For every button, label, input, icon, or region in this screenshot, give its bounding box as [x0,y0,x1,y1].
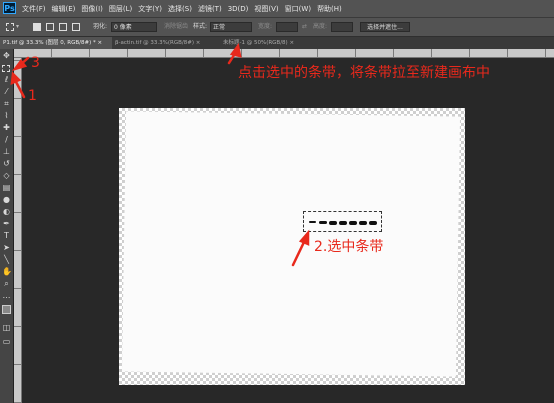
swap-icon[interactable]: ⇄ [302,22,307,32]
feather-label: 羽化: [93,23,108,30]
menu-filter[interactable]: 滤镜(T) [198,4,222,14]
move-tool-icon[interactable]: ✥ [2,51,11,60]
type-tool-icon[interactable]: T [2,231,11,240]
instruction-text: 点击选中的条带，将条带拉至新建画布中 [238,65,490,81]
brush-tool-icon[interactable]: / [2,135,11,144]
menu-file[interactable]: 文件(F) [22,4,46,14]
close-icon[interactable]: × [98,40,103,46]
menu-layer[interactable]: 图层(L) [109,4,132,14]
main-menu: 文件(F) 编辑(E) 图像(I) 图层(L) 文字(Y) 选择(S) 滤镜(T… [22,0,342,17]
width-input[interactable] [276,22,298,32]
step1-number: 1 [28,88,37,104]
menu-image[interactable]: 图像(I) [81,4,103,14]
tab-p1[interactable]: P1.tif @ 33.3% (图层 0, RGB/8#) * × [0,37,112,49]
gradient-tool-icon[interactable]: ▤ [2,183,11,192]
close-icon[interactable]: × [196,40,201,46]
new-selection-icon[interactable] [33,23,41,31]
blot-band [309,221,316,223]
feather-input[interactable]: 0 像素 [111,22,157,32]
blur-tool-icon[interactable]: ● [2,195,11,204]
tab-label: β-actin.tif @ 33.3%(RGB/8#) [115,40,195,46]
step3-number: 3 [31,55,40,71]
menu-3d[interactable]: 3D(D) [228,5,249,13]
pen-tool-icon[interactable]: ✒ [2,219,11,228]
tab-beta-actin[interactable]: β-actin.tif @ 33.3%(RGB/8#) × [112,37,212,49]
history-brush-tool-icon[interactable]: ↺ [2,159,11,168]
menu-bar: Ps 文件(F) 编辑(E) 图像(I) 图层(L) 文字(Y) 选择(S) 滤… [0,0,554,18]
menu-view[interactable]: 视图(V) [254,4,278,14]
tab-untitled[interactable]: 未标题-1 @ 50%(RGB/8) × [220,37,300,49]
more-tools-icon[interactable]: … [2,291,11,300]
band-selection-marquee[interactable] [303,211,382,232]
quick-mask-icon[interactable]: ◫ [2,323,11,332]
stamp-tool-icon[interactable]: ⊥ [2,147,11,156]
width-label: 宽度: [258,23,273,30]
foreground-color-swatch[interactable] [2,305,11,314]
blot-band [369,221,377,225]
intersect-selection-icon[interactable] [72,23,80,31]
blot-band [339,221,347,225]
subtract-selection-icon[interactable] [59,23,67,31]
menu-help[interactable]: 帮助(H) [317,4,342,14]
vertical-ruler[interactable] [13,58,22,403]
document-tabs: P1.tif @ 33.3% (图层 0, RGB/8#) * × β-acti… [0,37,554,49]
height-label: 高度: [313,23,328,30]
select-and-mask-button[interactable]: 选择并遮住... [360,22,410,32]
blot-image-layer[interactable] [121,111,461,377]
tab-label: P1.tif @ 33.3% (图层 0, RGB/8#) * [3,40,96,46]
crop-tool-icon[interactable]: ⌗ [2,99,11,108]
blot-band [359,221,367,225]
height-input[interactable] [331,22,353,32]
eraser-tool-icon[interactable]: ◇ [2,171,11,180]
close-icon[interactable]: × [289,40,294,46]
line-tool-icon[interactable]: ╲ [2,255,11,264]
menu-type[interactable]: 文字(Y) [138,4,162,14]
menu-select[interactable]: 选择(S) [168,4,192,14]
marquee-preset-icon[interactable] [6,23,14,31]
screen-mode-icon[interactable]: ▭ [2,337,11,346]
eyedropper-tool-icon[interactable]: ⌇ [2,111,11,120]
healing-tool-icon[interactable]: ✚ [2,123,11,132]
step2-text: 2.选中条带 [314,239,384,255]
options-bar: ▾ 羽化: 0 像素 消除锯齿 样式: 正常 宽度: ⇄ 高度: 选择并遮住..… [0,18,554,37]
style-label: 样式: [193,23,208,30]
menu-edit[interactable]: 编辑(E) [52,4,76,14]
lasso-tool-icon[interactable]: ℓ [2,75,11,84]
antialias-label: 消除锯齿 [164,23,189,30]
blot-band [349,221,357,225]
rect-marquee-tool-icon[interactable] [2,65,10,72]
chevron-down-icon[interactable]: ▾ [16,22,19,32]
magic-wand-tool-icon[interactable]: ⁄ [2,87,11,96]
blot-band [319,221,327,224]
blot-band [329,221,337,225]
horizontal-ruler[interactable] [13,49,554,58]
zoom-tool-icon[interactable]: ⌕ [2,279,11,288]
dodge-tool-icon[interactable]: ◐ [2,207,11,216]
tab-label: 未标题-1 @ 50%(RGB/8) [223,40,288,46]
toolbox: ✥ ℓ ⁄ ⌗ ⌇ ✚ / ⊥ ↺ ◇ ▤ ● ◐ ✒ T ➤ ╲ ✋ ⌕ … … [0,49,14,403]
hand-tool-icon[interactable]: ✋ [2,267,12,276]
add-selection-icon[interactable] [46,23,54,31]
path-selection-tool-icon[interactable]: ➤ [2,243,11,252]
antialias-checkbox[interactable]: 消除锯齿 [164,22,188,32]
photoshop-logo: Ps [3,2,16,14]
menu-window[interactable]: 窗口(W) [285,4,311,14]
style-select[interactable]: 正常 [210,22,252,32]
